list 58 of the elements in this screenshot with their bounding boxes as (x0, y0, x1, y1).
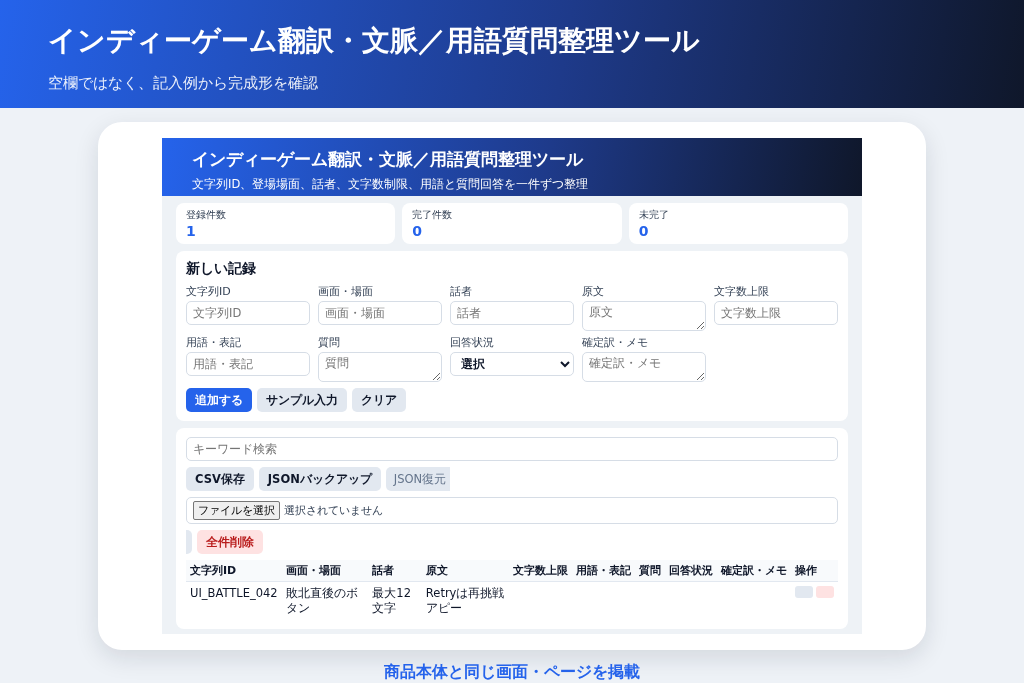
caption: 商品本体と同じ画面・ページを掲載 (383, 661, 641, 683)
input-field[interactable]: 話者 (450, 301, 574, 325)
row-action-button[interactable] (794, 586, 813, 598)
stat-value: 0 (412, 223, 424, 239)
stat-label: 完了件数 (412, 208, 454, 222)
row-action-button[interactable] (815, 586, 834, 598)
field-label: 文字列ID (186, 284, 232, 299)
field-label: 原文 (582, 284, 605, 299)
column-header: 話者 (368, 560, 422, 582)
column-header: 画面・場面 (281, 560, 369, 582)
button[interactable]: サンプル入力 (257, 388, 347, 412)
button[interactable] (186, 530, 192, 554)
form-title: 新しい記録 (186, 260, 257, 278)
column-header: 原文 (421, 560, 509, 582)
search-field[interactable]: キーワード検索 (186, 437, 838, 461)
button[interactable]: 追加する (186, 388, 252, 412)
file-status: 選択されていません (284, 503, 383, 518)
input-field[interactable]: 画面・場面 (318, 301, 442, 325)
banner-subtitle: 空欄ではなく、記入例から完成形を確認 (48, 74, 319, 93)
field-label: 文字数上限 (714, 284, 770, 299)
field-label: 話者 (450, 284, 473, 299)
stat-label: 登録件数 (186, 208, 227, 222)
button[interactable]: JSON復元 (385, 467, 451, 491)
app-title: インディーゲーム翻訳・文脈／用語質問整理ツール (192, 148, 585, 171)
field-label: 質問 (318, 335, 341, 350)
text-area[interactable]: 確定訳・メモ (582, 352, 706, 382)
table-cell: 敗北直後のボタン (285, 586, 358, 615)
column-header: 確定訳・メモ (716, 560, 791, 582)
button[interactable]: クリア (352, 388, 406, 412)
choose-file-button[interactable]: ファイルを選択 (193, 501, 280, 520)
file-field[interactable]: ファイルを選択 選択されていません (186, 497, 838, 524)
column-header: 回答状況 (664, 560, 717, 582)
input-field[interactable]: 用語・表記 (186, 352, 310, 376)
table-cell: Retryは再挑戦アピー (425, 586, 505, 615)
stat-value: 1 (186, 223, 197, 239)
field-label: 確定訳・メモ (582, 335, 649, 350)
text-area[interactable]: 原文 (582, 301, 706, 331)
table-cell: UI_BATTLE_042 (190, 586, 278, 600)
field-label: 画面・場面 (318, 284, 374, 299)
status-dropdown[interactable]: 選択 (450, 352, 574, 376)
column-header: 操作 (790, 560, 838, 582)
banner-title: インディーゲーム翻訳・文脈／用語質問整理ツール (48, 23, 701, 59)
stat-label: 未完了 (638, 208, 670, 222)
input-field[interactable]: 文字列ID (186, 301, 310, 325)
column-header: 質問 (634, 560, 665, 582)
column-header: 文字列ID (186, 560, 282, 582)
delete-all-button[interactable]: 全件削除 (197, 530, 263, 554)
field-label: 用語・表記 (186, 335, 242, 350)
stat-value: 0 (638, 223, 650, 239)
input-field[interactable]: 文字数上限 (714, 301, 838, 325)
text-area[interactable]: 質問 (318, 352, 442, 382)
button[interactable]: CSV保存 (186, 467, 254, 491)
field-label: 回答状況 (450, 335, 495, 350)
column-header: 用語・表記 (571, 560, 635, 582)
column-header: 文字数上限 (508, 560, 572, 582)
table-cell: 最大12文字 (372, 586, 411, 615)
button[interactable]: JSONバックアップ (258, 467, 381, 491)
app-subtitle: 文字列ID、登場場面、話者、文字数制限、用語と質問回答を一件ずつ整理 (192, 177, 590, 192)
